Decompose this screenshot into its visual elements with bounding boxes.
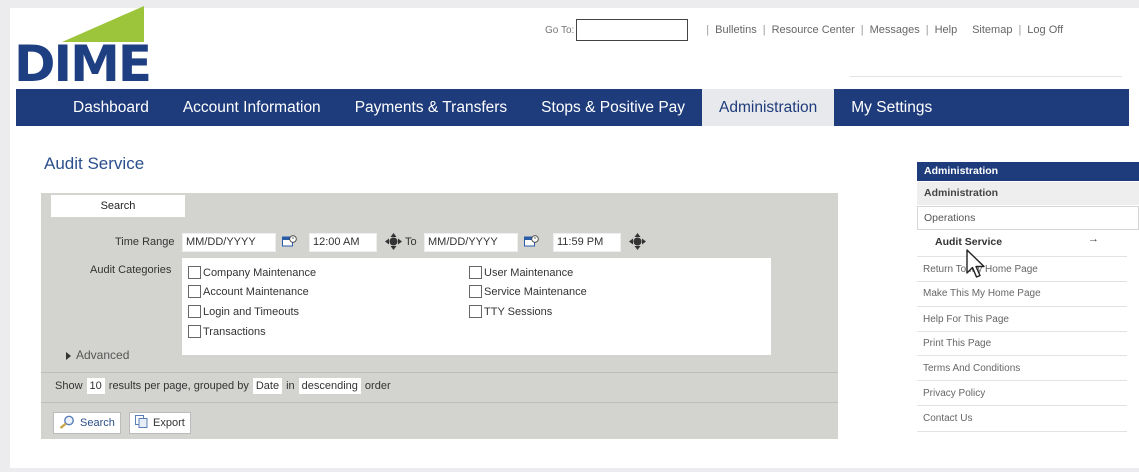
help-link[interactable]: Help (935, 24, 958, 36)
divider (850, 76, 1122, 77)
to-date-input[interactable]: MM/DD/YYYY (424, 233, 518, 252)
sidebar-header: Administration (917, 162, 1139, 181)
tab-administration[interactable]: Administration (702, 89, 835, 126)
from-time-input[interactable]: 12:00 AM (309, 233, 377, 252)
category-checkbox[interactable]: TTY Sessions (469, 305, 552, 318)
tab-stops-positive-pay[interactable]: Stops & Positive Pay (524, 89, 702, 126)
export-icon (135, 415, 148, 431)
messages-link[interactable]: Messages (870, 24, 920, 36)
time-stepper-icon[interactable] (385, 233, 402, 250)
results-options: Show 10 results per page, grouped by Dat… (55, 378, 391, 394)
checkbox-label: Transactions (203, 325, 266, 338)
divider (917, 355, 1127, 356)
logo-text: DIME (14, 35, 152, 93)
sidebar-link-privacy[interactable]: Privacy Policy (923, 388, 985, 399)
checkbox-box[interactable] (188, 266, 201, 279)
expand-arrow-icon[interactable] (66, 352, 71, 360)
time-stepper-icon[interactable] (629, 233, 646, 250)
to-time-input[interactable]: 11:59 PM (553, 233, 621, 252)
category-checkbox[interactable]: Company Maintenance (188, 266, 316, 279)
top-utility-nav: Go To: | Bulletins | Resource Center | M… (545, 18, 1063, 42)
divider (917, 281, 1127, 282)
checkbox-label: Account Maintenance (203, 285, 309, 298)
results-mid-text: results per page, grouped by (108, 380, 249, 392)
log-off-link[interactable]: Log Off (1027, 24, 1063, 36)
calendar-icon[interactable] (524, 235, 539, 247)
category-checkbox[interactable]: Login and Timeouts (188, 305, 299, 318)
category-checkbox[interactable]: Transactions (188, 325, 266, 338)
sitemap-link[interactable]: Sitemap (972, 24, 1012, 36)
category-checkbox[interactable]: User Maintenance (469, 266, 573, 279)
checkbox-box[interactable] (188, 305, 201, 318)
tab-my-settings[interactable]: My Settings (834, 89, 949, 126)
checkbox-label: Login and Timeouts (203, 305, 300, 318)
results-in-text: in (286, 380, 295, 392)
category-checkbox[interactable]: Service Maintenance (469, 285, 587, 298)
from-date-input[interactable]: MM/DD/YYYY (182, 233, 276, 252)
search-icon (59, 415, 75, 432)
search-button-label: Search (80, 417, 115, 429)
bulletins-link[interactable]: Bulletins (715, 24, 757, 36)
divider (41, 372, 838, 373)
mouse-pointer-icon (966, 249, 988, 279)
divider (917, 431, 1127, 432)
checkbox-label: Service Maintenance (484, 285, 587, 298)
tab-search[interactable]: Search (51, 195, 185, 217)
per-page-select[interactable]: 10 (86, 378, 105, 394)
divider (917, 256, 1127, 257)
time-range-label: Time Range (115, 236, 175, 248)
checkbox-box[interactable] (188, 285, 201, 298)
calendar-icon[interactable] (282, 235, 297, 247)
sidebar-link-print[interactable]: Print This Page (923, 338, 991, 349)
divider (41, 402, 838, 403)
divider (917, 405, 1127, 406)
goto-input[interactable] (576, 19, 689, 41)
divider (917, 331, 1127, 332)
checkbox-box[interactable] (469, 285, 482, 298)
export-button-label: Export (153, 417, 185, 429)
divider (917, 306, 1127, 307)
tab-payments-transfers[interactable]: Payments & Transfers (338, 89, 524, 126)
sidebar-item-administration[interactable]: Administration (917, 182, 1139, 205)
goto-label: Go To: (545, 24, 575, 36)
advanced-toggle[interactable]: Advanced (76, 348, 129, 362)
search-button[interactable]: Search (53, 412, 121, 434)
active-marker: → (1088, 233, 1099, 245)
results-order-text: order (364, 380, 391, 392)
dime-logo[interactable]: DIME (14, 6, 174, 92)
order-select[interactable]: descending (298, 378, 361, 394)
sidebar-link-make-home[interactable]: Make This My Home Page (923, 288, 1041, 299)
category-checkbox[interactable]: Account Maintenance (188, 285, 309, 298)
tab-dashboard[interactable]: Dashboard (16, 89, 166, 126)
to-label: To (405, 236, 417, 248)
sidebar-link-terms[interactable]: Terms And Conditions (923, 363, 1020, 374)
main-nav: Dashboard Account Information Payments &… (16, 89, 1129, 126)
divider (917, 380, 1127, 381)
checkbox-box[interactable] (469, 305, 482, 318)
checkbox-label: TTY Sessions (484, 305, 553, 318)
checkbox-label: Company Maintenance (203, 266, 317, 279)
sidebar-item-audit-service[interactable]: Audit Service (935, 236, 1002, 248)
checkbox-label: User Maintenance (484, 266, 574, 279)
tab-account-information[interactable]: Account Information (166, 89, 338, 126)
sidebar-link-contact[interactable]: Contact Us (923, 413, 972, 424)
resource-center-link[interactable]: Resource Center (772, 24, 855, 36)
sidebar-link-help[interactable]: Help For This Page (923, 314, 1009, 325)
sidebar-item-operations[interactable]: Operations (917, 206, 1139, 230)
page-title: Audit Service (44, 154, 145, 173)
group-by-select[interactable]: Date (252, 378, 283, 394)
checkbox-box[interactable] (188, 325, 201, 338)
export-button[interactable]: Export (129, 412, 191, 434)
checkbox-box[interactable] (469, 266, 482, 279)
audit-categories-label: Audit Categories (90, 264, 172, 276)
results-show-text: Show (55, 380, 83, 392)
